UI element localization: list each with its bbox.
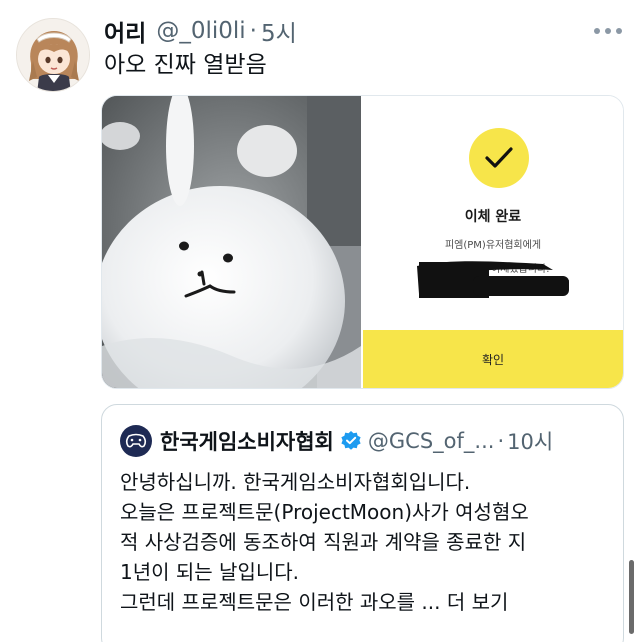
quoted-text-line: 그런데 프로젝트문은 이러한 과오를 ... 더 보기 bbox=[120, 587, 610, 617]
show-more-link[interactable]: 더 보기 bbox=[447, 590, 509, 614]
more-dot bbox=[594, 28, 600, 34]
quoted-text-line: 1년이 되는 날입니다. bbox=[120, 560, 299, 584]
quoted-timestamp: 10시 bbox=[507, 430, 554, 454]
quoted-tweet[interactable]: 한국게임소비자협회 @GCS_of_... · 10시 안녕하십니까. 한국게임… bbox=[101, 404, 624, 642]
verified-icon bbox=[341, 431, 361, 450]
tweet: 어리 @_0li0li · 5시 아오 진짜 열받음 이체 완료 피엠(PM)유… bbox=[0, 0, 640, 642]
quoted-text-truncated: 그런데 프로젝트문은 이러한 과오를 ... bbox=[120, 590, 441, 614]
quoted-display-name: 한국게임소비자협회 bbox=[160, 430, 334, 454]
redaction-scribble bbox=[417, 261, 569, 298]
scrollbar[interactable] bbox=[629, 560, 634, 634]
transfer-recipient: 피엠(PM)유저협회에게 bbox=[444, 240, 542, 251]
transfer-title: 이체 완료 bbox=[464, 209, 522, 225]
avatar[interactable] bbox=[16, 18, 90, 92]
tweet-header: 어리 @_0li0li · 5시 bbox=[104, 14, 297, 48]
timestamp[interactable]: 5시 bbox=[261, 14, 297, 48]
more-icon[interactable] bbox=[594, 22, 622, 40]
separator: · bbox=[497, 429, 505, 453]
quoted-text-line: 안녕하십니까. 한국게임소비자협회입니다. bbox=[120, 470, 471, 494]
quoted-tweet-text: 안녕하십니까. 한국게임소비자협회입니다. 오늘은 프로젝트문(ProjectM… bbox=[120, 467, 610, 617]
media-photo-plush[interactable] bbox=[102, 96, 361, 388]
media-transfer-receipt[interactable]: 이체 완료 피엠(PM)유저협회에게 이체했습니다. 확인 bbox=[361, 96, 623, 388]
quoted-tweet-header: 한국게임소비자협회 @GCS_of_... · 10시 bbox=[120, 425, 553, 457]
media-grid: 이체 완료 피엠(PM)유저협회에게 이체했습니다. 확인 bbox=[101, 95, 624, 389]
check-icon bbox=[469, 128, 529, 188]
confirm-button[interactable]: 확인 bbox=[363, 330, 623, 388]
quoted-text-line: 적 사상검증에 동조하여 직원과 계약을 종료한 지 bbox=[120, 530, 527, 554]
display-name[interactable]: 어리 bbox=[104, 14, 146, 48]
quoted-handle: @GCS_of_... bbox=[367, 429, 495, 453]
quoted-avatar[interactable] bbox=[120, 425, 152, 457]
more-dot bbox=[616, 28, 622, 34]
user-handle[interactable]: @_0li0li bbox=[156, 18, 245, 44]
quoted-text-line: 오늘은 프로젝트문(ProjectMoon)사가 여성혐오 bbox=[120, 500, 529, 524]
more-dot bbox=[605, 28, 611, 34]
separator: · bbox=[249, 18, 257, 44]
tweet-text: 아오 진짜 열받음 bbox=[104, 52, 267, 78]
